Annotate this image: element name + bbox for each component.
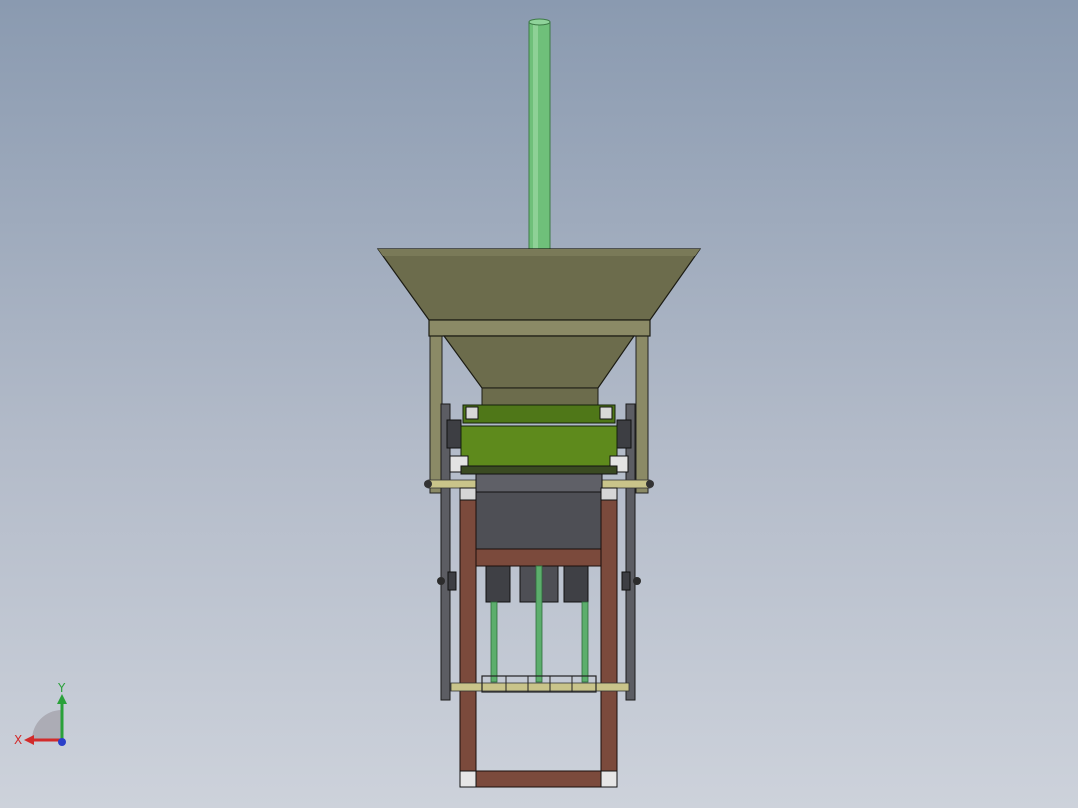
- x-axis-label: X: [14, 733, 22, 747]
- x-axis-arrowhead: [24, 735, 34, 745]
- cad-viewport[interactable]: Y X: [0, 0, 1078, 808]
- y-axis-arrowhead: [57, 694, 67, 704]
- feed-pipe[interactable]: [528, 18, 551, 255]
- triad-quadrant: [32, 710, 62, 740]
- y-axis-label: Y: [57, 681, 66, 695]
- machine-assembly-model[interactable]: [0, 0, 1078, 808]
- hopper-funnel[interactable]: [376, 248, 702, 409]
- axis-triad: Y X: [14, 681, 67, 747]
- feeder-housing[interactable]: [449, 404, 629, 475]
- z-axis-dot: [58, 738, 66, 746]
